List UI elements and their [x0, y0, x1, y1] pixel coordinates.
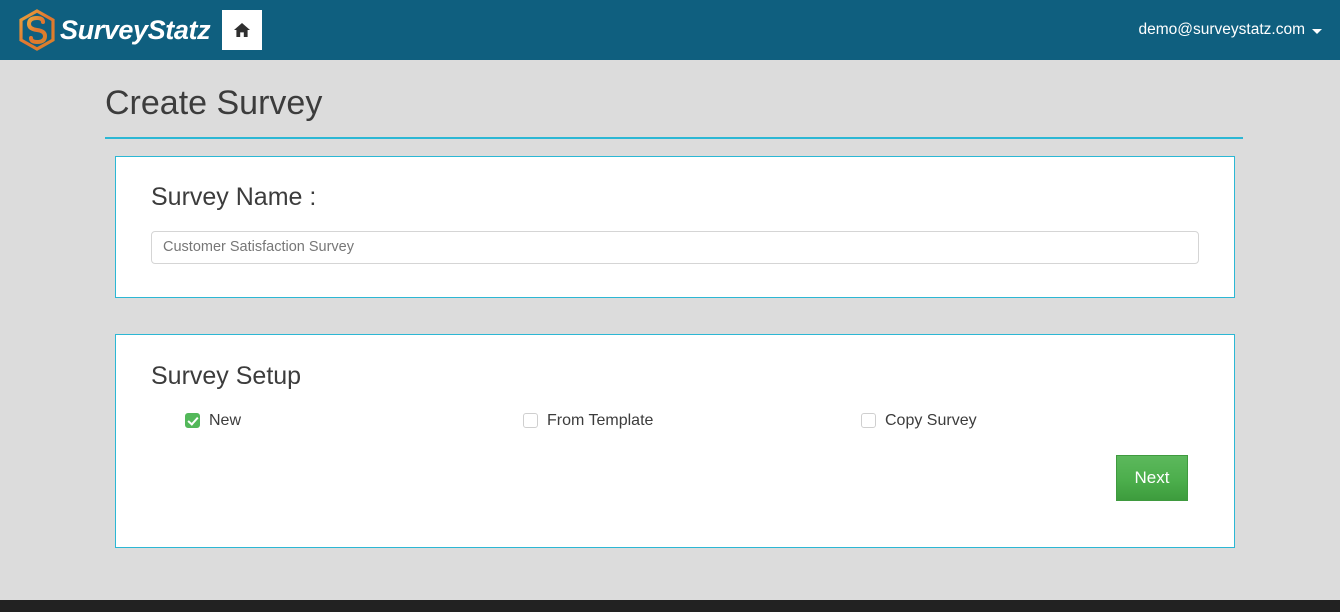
top-navbar: SurveyStatz demo@surveystatz.com [0, 0, 1340, 60]
survey-name-heading: Survey Name : [151, 182, 317, 211]
checkbox-copy-survey[interactable] [861, 413, 876, 428]
survey-setup-heading: Survey Setup [151, 361, 302, 390]
checkbox-option-new[interactable]: New [185, 411, 523, 429]
page-title: Create Survey [105, 84, 323, 122]
title-divider [105, 136, 1243, 139]
home-button[interactable] [222, 10, 263, 50]
user-email: demo@surveystatz.com [1138, 21, 1305, 38]
next-button[interactable]: Next [1116, 454, 1188, 501]
checkbox-option-from-template[interactable]: From Template [523, 411, 861, 429]
checkbox-label-new: New [209, 411, 242, 429]
checkbox-label-from-template: From Template [547, 411, 654, 429]
brand-name: SurveyStatz [60, 14, 211, 45]
action-row: Next [151, 454, 1199, 501]
chevron-down-icon [1312, 29, 1322, 34]
page-body: Create Survey Survey Name : Survey Setup… [0, 60, 1340, 548]
home-icon [233, 22, 251, 38]
user-menu[interactable]: demo@surveystatz.com [1139, 21, 1328, 39]
survey-name-input[interactable] [151, 230, 1199, 264]
hexagon-s-logo-icon [16, 8, 58, 52]
footer-bar [0, 600, 1340, 612]
brand-group: SurveyStatz [16, 8, 263, 52]
survey-setup-options: New From Template Copy Survey [151, 411, 1199, 429]
checkbox-label-copy-survey: Copy Survey [885, 411, 977, 429]
survey-setup-panel: Survey Setup New From Template Copy Surv… [115, 333, 1235, 548]
checkbox-from-template[interactable] [523, 413, 538, 428]
checkbox-new[interactable] [185, 413, 200, 428]
checkbox-option-copy-survey[interactable]: Copy Survey [861, 411, 977, 429]
survey-name-panel: Survey Name : [115, 155, 1235, 298]
